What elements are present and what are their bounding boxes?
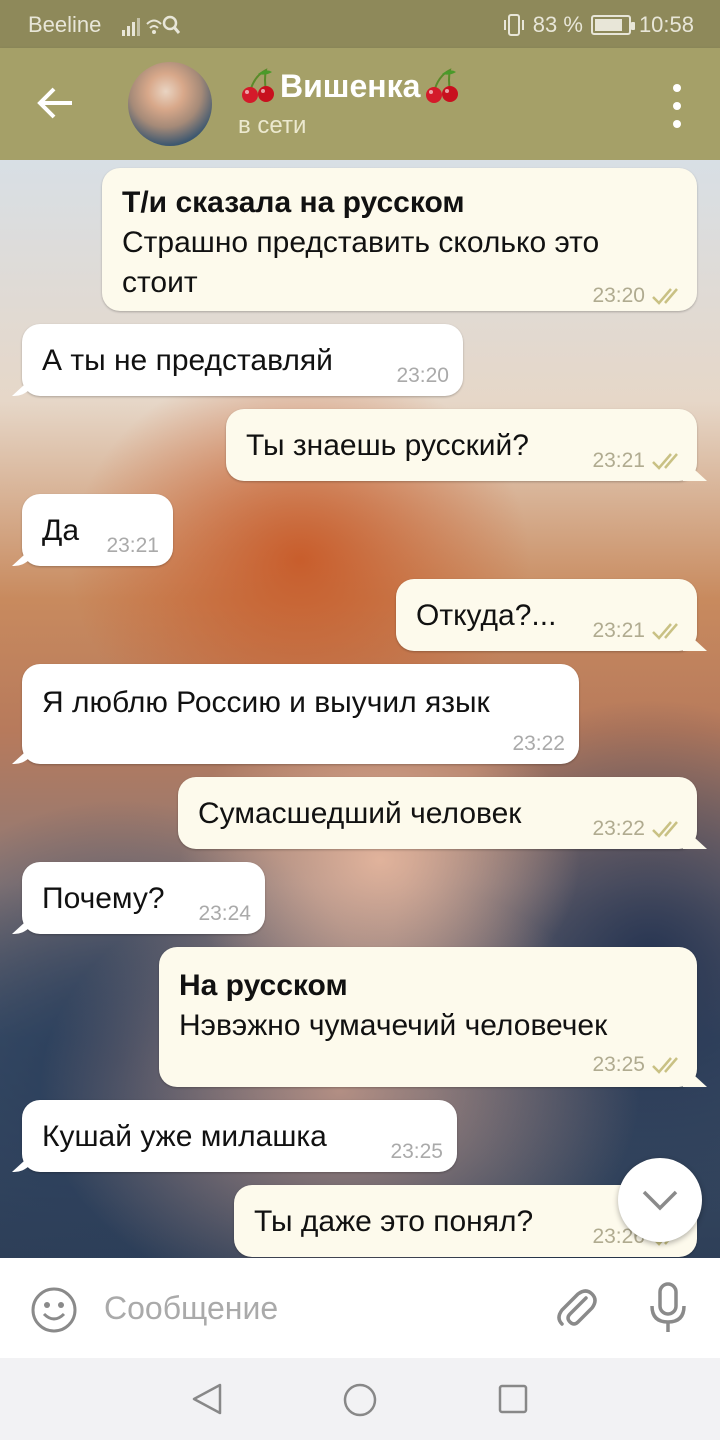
system-nav-bar <box>0 1358 720 1440</box>
double-check-icon <box>652 821 678 838</box>
battery-icon <box>590 15 635 35</box>
nav-home-icon[interactable] <box>342 1382 378 1418</box>
emoji-icon[interactable] <box>30 1286 78 1334</box>
message-outgoing[interactable]: Сумасшедший человек 23:22 <box>178 777 697 849</box>
message-incoming[interactable]: А ты не представляй 23:20 <box>22 324 463 396</box>
message-text: стоит <box>122 266 198 299</box>
message-input[interactable]: Сообщение <box>104 1290 278 1327</box>
double-check-icon <box>652 1057 678 1074</box>
message-time: 23:24 <box>198 902 251 925</box>
microphone-icon[interactable] <box>648 1282 688 1334</box>
message-text: Почему? <box>42 882 165 915</box>
message-time: 23:20 <box>592 284 645 307</box>
carrier-name: Beeline <box>28 12 102 37</box>
message-time: 23:25 <box>390 1140 443 1163</box>
message-text: Страшно представить сколько это <box>122 226 600 259</box>
message-time: 23:21 <box>592 449 645 472</box>
message-time: 23:20 <box>396 364 449 387</box>
contact-name-text: Вишенка <box>280 67 421 104</box>
battery-percent: 83 % <box>532 12 583 37</box>
signal-wifi-search-icons <box>122 15 180 36</box>
vibrate-icon <box>503 14 524 36</box>
nav-recent-apps-icon[interactable] <box>498 1384 528 1414</box>
double-check-icon <box>652 453 678 470</box>
message-text: Сумасшедший человек <box>198 797 522 830</box>
double-check-icon <box>652 623 678 640</box>
message-text: Ты даже это понял? <box>254 1205 534 1238</box>
chat-header: Вишенка в сети <box>0 48 720 160</box>
message-text: Откуда?... <box>416 599 557 632</box>
message-incoming[interactable]: Я люблю Россию и выучил язык 23:22 <box>22 664 579 764</box>
more-options-icon[interactable] <box>670 84 684 128</box>
online-status: в сети <box>238 112 307 139</box>
message-time: 23:25 <box>592 1053 645 1076</box>
message-text: Кушай уже милашка <box>42 1120 327 1153</box>
back-arrow-icon[interactable] <box>30 78 80 128</box>
message-incoming[interactable]: Почему? 23:24 <box>22 862 265 934</box>
message-time: 23:21 <box>592 619 645 642</box>
chat-area[interactable]: Т/и сказала на русском Страшно представи… <box>0 160 720 1258</box>
message-incoming[interactable]: Да 23:21 <box>22 494 173 566</box>
message-text: А ты не представляй <box>42 344 333 377</box>
avatar[interactable] <box>128 62 212 146</box>
message-text: Ты знаешь русский? <box>246 429 529 462</box>
chevron-down-icon <box>642 1190 678 1211</box>
clock: 10:58 <box>638 12 694 37</box>
message-outgoing[interactable]: Т/и сказала на русском Страшно представи… <box>102 168 697 311</box>
nav-back-icon[interactable] <box>190 1382 224 1416</box>
message-quote-title: Т/и сказала на русском <box>122 186 465 219</box>
message-text: Да <box>42 514 80 547</box>
message-text: Нэвэжно чумачечий человечек <box>179 1009 608 1042</box>
message-outgoing[interactable]: Откуда?... 23:21 <box>396 579 697 651</box>
double-check-icon <box>652 288 678 305</box>
cherry-icon <box>242 68 274 103</box>
message-quote-title: На русском <box>179 969 348 1002</box>
message-outgoing[interactable]: На русском Нэвэжно чумачечий человечек 2… <box>159 947 697 1087</box>
attach-icon[interactable] <box>552 1284 600 1332</box>
message-time: 23:22 <box>512 732 565 755</box>
scroll-down-button[interactable] <box>618 1158 702 1242</box>
cherry-icon <box>426 68 459 103</box>
message-time: 23:21 <box>106 534 159 557</box>
message-outgoing[interactable]: Ты знаешь русский? 23:21 <box>226 409 697 481</box>
message-incoming[interactable]: Кушай уже милашка 23:25 <box>22 1100 457 1172</box>
message-text: Я люблю Россию и выучил язык <box>42 686 490 719</box>
message-time: 23:22 <box>592 817 645 840</box>
contact-name[interactable]: Вишенка <box>238 66 462 106</box>
message-input-bar: Сообщение <box>0 1258 720 1358</box>
status-bar: Beeline 83 % 10:58 <box>0 0 720 48</box>
